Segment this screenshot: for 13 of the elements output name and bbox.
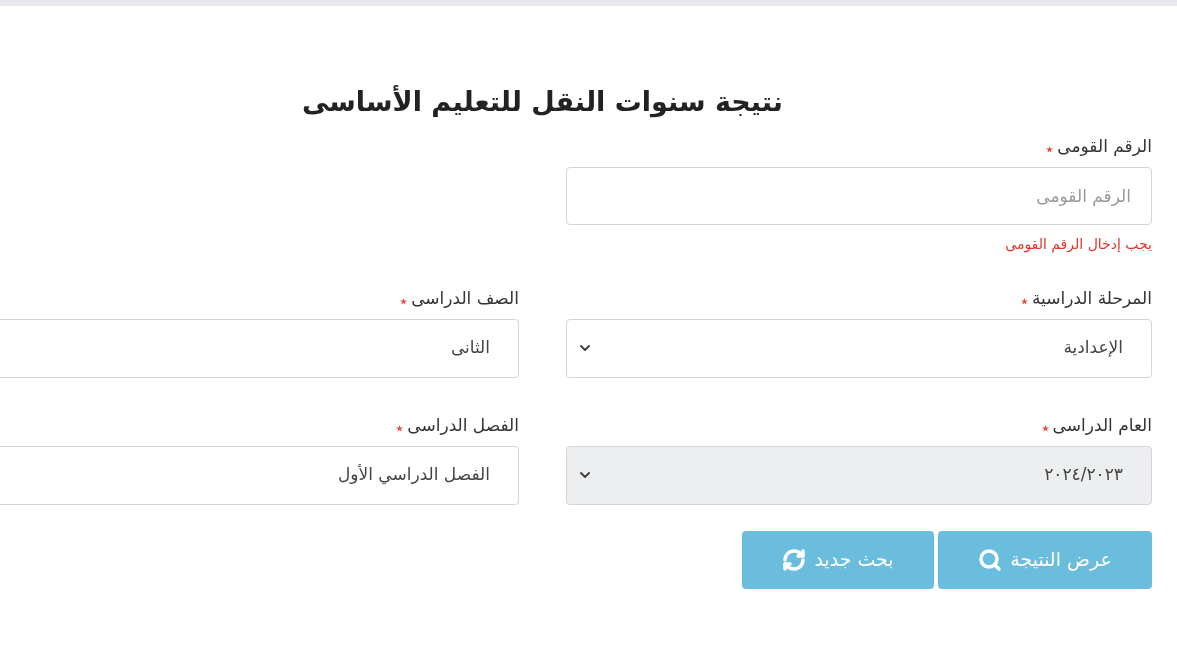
field-label: الصف الدراسى (411, 286, 519, 310)
input-field[interactable]: الثانى (0, 318, 519, 378)
page-title: نتيجة سنوات النقل للتعليم الأساسى (301, 84, 784, 120)
search-icon (978, 547, 1003, 572)
error-message: يجب إدخال الرقم القومى (1004, 234, 1152, 255)
refresh-icon (782, 547, 807, 572)
select-field[interactable]: الإعدادية (566, 318, 1152, 378)
input-field[interactable]: الفصل الدراسي الأول (0, 445, 519, 505)
input-field[interactable]: الرقم القومى (566, 166, 1152, 225)
field-label: الفصل الدراسى (407, 413, 519, 437)
field-label: العام الدراسى (1052, 413, 1152, 437)
field-label: الرقم القومى (1057, 134, 1152, 158)
field-label: المرحلة الدراسية (1032, 286, 1152, 310)
